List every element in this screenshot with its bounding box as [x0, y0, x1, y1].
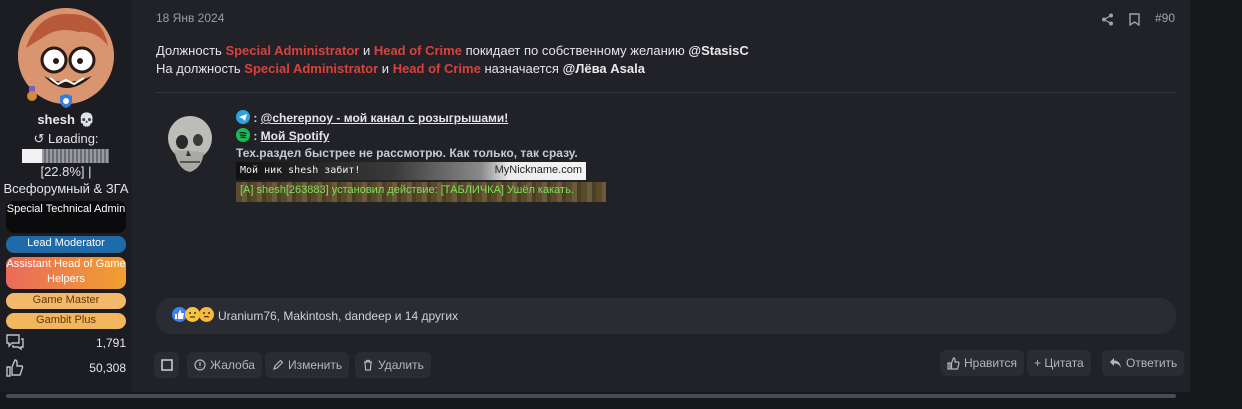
quote-label: + Цитата [1034, 356, 1084, 370]
post-container: shesh 💀 ↺ Løading: [22.8%] | Всефорумный… [0, 0, 1190, 392]
reply-button[interactable]: Ответить [1102, 350, 1185, 376]
delete-button[interactable]: Удалить [355, 352, 431, 378]
report-button[interactable]: Жалоба [187, 352, 262, 378]
horizontal-scrollbar[interactable] [6, 394, 1176, 398]
shield-icon [60, 94, 72, 108]
medal-icon [27, 86, 37, 101]
spotify-line: : Мой Spotify [236, 128, 329, 143]
separator: : [250, 111, 261, 125]
reply-label: Ответить [1126, 356, 1178, 370]
mention-link[interactable]: @StasisC [688, 43, 748, 58]
messages-icon [6, 334, 24, 350]
post-date[interactable]: 18 Янв 2024 [156, 11, 224, 25]
text: и [378, 61, 393, 76]
reply-icon [1110, 358, 1121, 368]
mention-link[interactable]: @Лёва Asala [563, 61, 645, 76]
text: назначается [480, 61, 563, 76]
role-badge-game-master: Game Master [6, 293, 126, 309]
reactions-count: 50,308 [89, 361, 126, 375]
spotify-icon [236, 128, 250, 142]
role-badge-lead-moderator: Lead Moderator [6, 236, 126, 253]
telegram-icon [236, 110, 250, 124]
nickname-banner-text: Мой ник shesh забит! [240, 165, 361, 176]
telegram-channel-link[interactable]: @cherepnoy - мой канал с розыгрышами! [261, 111, 509, 125]
loading-percent: [22.8%] | [40, 164, 92, 179]
role-text: Special Administrator [244, 61, 379, 76]
edit-label: Изменить [288, 358, 343, 372]
skull-image [168, 116, 212, 172]
meh-reaction-icon[interactable] [199, 307, 214, 322]
game-log-banner: [A] shesh[263883] установил действие: [Т… [236, 182, 606, 202]
role-badge-gambit-plus: Gambit Plus [6, 313, 126, 329]
content-line-1: Должность Special Administrator и Head o… [156, 42, 749, 60]
post-content: Должность Special Administrator и Head o… [156, 42, 749, 78]
stat-reactions: 50,308 [6, 359, 126, 377]
reactions-users[interactable]: Uranium76, Makintosh, dandeep и 14 други… [218, 309, 458, 323]
select-checkbox[interactable] [154, 352, 179, 378]
report-label: Жалоба [210, 358, 255, 372]
role-text: Head of Crime [373, 43, 462, 58]
loading-progress-bar [22, 149, 109, 163]
thumbs-up-icon [947, 356, 960, 370]
user-title: Всефорумный & ЗГА [3, 181, 129, 196]
user-status-line: ↺ Løading: [33, 131, 99, 146]
pencil-icon [273, 359, 284, 370]
content-line-2: На должность Special Administrator и Hea… [156, 60, 749, 78]
report-icon [194, 359, 206, 371]
role-text: Head of Crime [392, 61, 481, 76]
text: и [359, 43, 374, 58]
text: На должность [156, 61, 245, 76]
username[interactable]: shesh 💀 [0, 112, 132, 128]
quote-button[interactable]: + Цитата [1027, 350, 1091, 376]
trash-icon [364, 359, 372, 371]
spotify-link[interactable]: Мой Spotify [261, 129, 330, 143]
game-log-text: [A] shesh[263883] установил действие: [Т… [240, 184, 574, 196]
like-button[interactable]: Нравится [940, 350, 1024, 376]
messages-count: 1,791 [95, 336, 126, 350]
separator: : [250, 129, 261, 143]
delete-label: Удалить [378, 358, 424, 372]
checkbox-icon [160, 359, 173, 371]
nickname-banner[interactable]: Мой ник shesh забит! MyNickname.com [236, 162, 586, 180]
nickname-banner-site: MyNickname.com [494, 164, 582, 176]
user-pane: shesh 💀 ↺ Løading: [22.8%] | Всефорумный… [0, 0, 132, 392]
text: Должность [156, 43, 226, 58]
loading-progress-fill [22, 149, 42, 163]
signature-divider [156, 92, 1176, 93]
role-badge-assistant-head: Assistant Head of Game Helpers [6, 257, 126, 289]
role-badge-special-technical-admin: Special Technical Admin [6, 201, 126, 233]
reactions-bar[interactable]: Uranium76, Makintosh, dandeep и 14 други… [156, 298, 1176, 334]
like-label: Нравится [964, 356, 1017, 370]
thinking-reaction-icon[interactable] [185, 307, 200, 322]
stat-messages: 1,791 [6, 334, 126, 352]
role-text: Special Administrator [225, 43, 360, 58]
share-icon[interactable] [1101, 13, 1114, 26]
bookmark-icon[interactable] [1129, 13, 1140, 26]
edit-button[interactable]: Изменить [265, 352, 350, 378]
text: покидает по собственному желанию [461, 43, 689, 58]
post-number[interactable]: #90 [1155, 11, 1175, 25]
thumbs-up-icon [6, 359, 24, 377]
signature-note: Тех.раздел быстрее не рассмотрю. Как тол… [236, 146, 578, 160]
telegram-line: : @cherepnoy - мой канал с розыгрышами! [236, 110, 508, 125]
